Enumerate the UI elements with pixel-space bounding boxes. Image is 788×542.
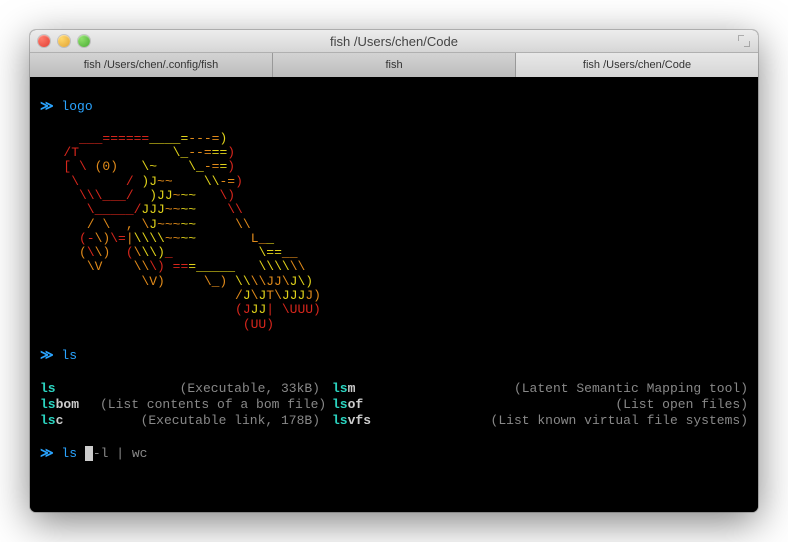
completion-row[interactable]: lsbom(List contents of a bom file)lsof(L… (40, 397, 748, 413)
command: logo (61, 99, 92, 114)
terminal-body[interactable]: ≫ logo ___======____=---=) /T \_--===) [… (30, 77, 758, 512)
prompt-line: ≫ logo (40, 99, 748, 115)
close-button[interactable] (38, 35, 50, 47)
tab-label: fish (385, 59, 402, 71)
minimize-button[interactable] (58, 35, 70, 47)
current-prompt-line: ≫ ls -l | wc (40, 446, 748, 462)
prompt-line: ≫ ls (40, 348, 748, 364)
completion-row[interactable]: ls(Executable, 33kB)lsm(Latent Semantic … (40, 381, 748, 397)
tab-label: fish /Users/chen/Code (583, 59, 691, 71)
completion-row[interactable]: lsc(Executable link, 178B)lsvfs(List kno… (40, 413, 748, 429)
tab-label: fish /Users/chen/.config/fish (84, 59, 219, 71)
tab-1[interactable]: fish (273, 53, 516, 77)
traffic-lights (38, 35, 90, 47)
command: ls (61, 348, 77, 363)
prompt-glyph: ≫ (40, 348, 61, 363)
tab-2[interactable]: fish /Users/chen/Code (516, 53, 758, 77)
current-command: ls (61, 446, 84, 461)
prompt-glyph: ≫ (40, 99, 61, 114)
fullscreen-icon[interactable] (738, 35, 750, 47)
tab-bar: fish /Users/chen/.config/fish fish fish … (30, 53, 758, 77)
autosuggestion: -l | wc (93, 446, 148, 461)
tab-0[interactable]: fish /Users/chen/.config/fish (30, 53, 273, 77)
titlebar: fish /Users/chen/Code (30, 30, 758, 53)
ascii-art-output: ___======____=---=) /T \_--===) [ \ (0) … (40, 132, 748, 332)
prompt-glyph: ≫ (40, 446, 61, 461)
terminal-window: fish /Users/chen/Code fish /Users/chen/.… (30, 30, 758, 512)
completions-list: ls(Executable, 33kB)lsm(Latent Semantic … (40, 381, 748, 430)
cursor (85, 446, 93, 461)
zoom-button[interactable] (78, 35, 90, 47)
window-title: fish /Users/chen/Code (30, 34, 758, 49)
